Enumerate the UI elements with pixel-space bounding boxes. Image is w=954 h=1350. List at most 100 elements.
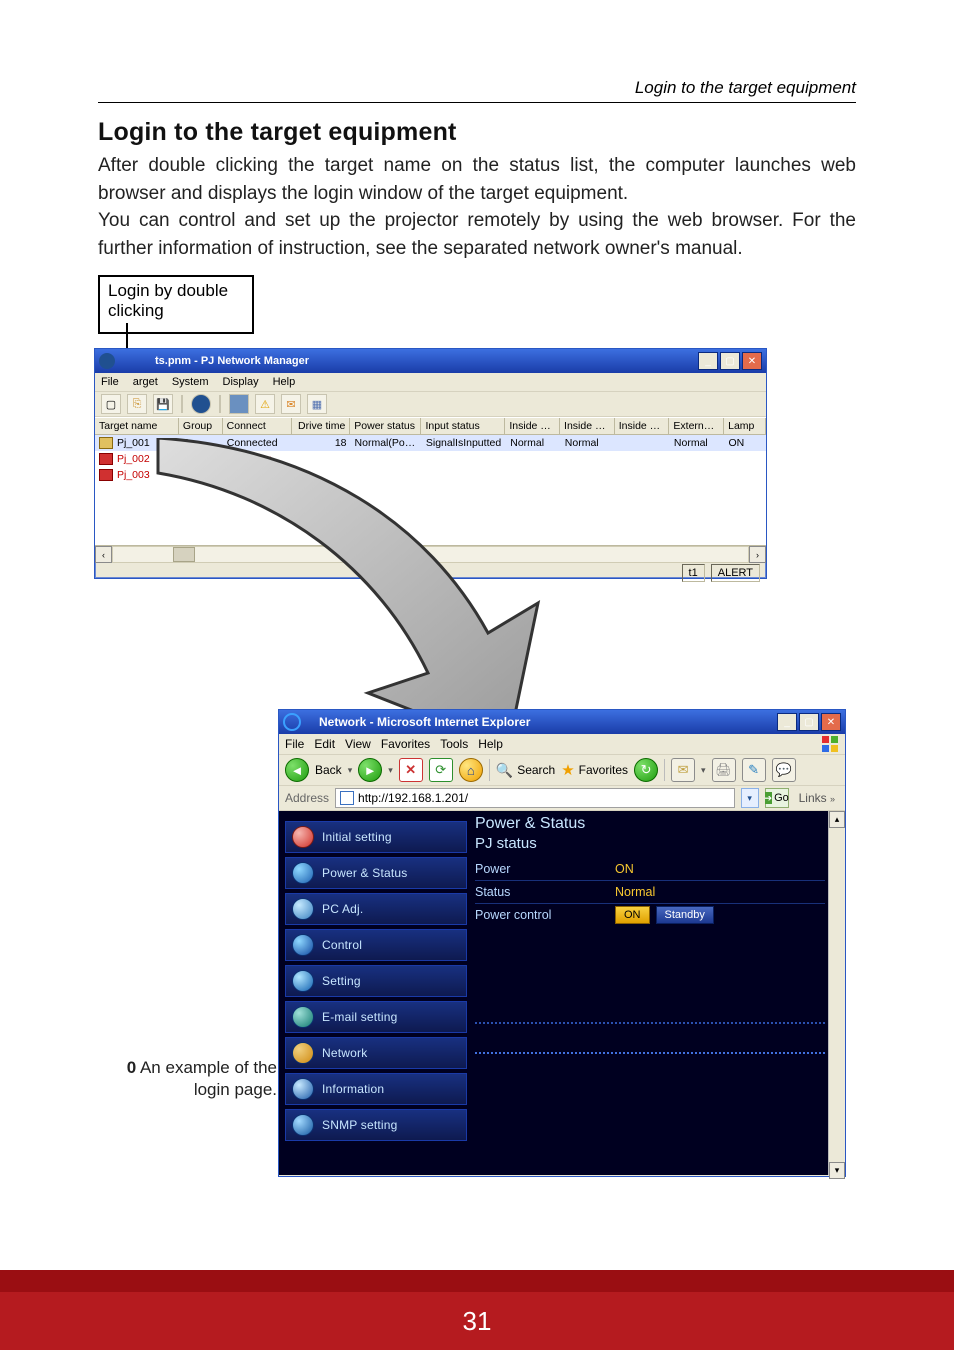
col-inside-2[interactable]: Inside …	[560, 418, 615, 435]
pjnm-menubar[interactable]: File arget System Display Help	[95, 373, 766, 391]
ie-menubar[interactable]: File Edit View Favorites Tools Help	[279, 734, 845, 754]
row-value: ON	[615, 862, 634, 876]
cell-connect: conne…	[223, 469, 292, 481]
nav-snmp-setting[interactable]: SNMP setting	[285, 1109, 467, 1141]
standby-button[interactable]: Standby	[656, 906, 714, 924]
ie-address-bar: Address http://192.168.1.201/ ▾ ➔Go Link…	[279, 786, 845, 811]
toolbar-target-icon[interactable]	[191, 394, 211, 414]
menu-favorites[interactable]: Favorites	[381, 737, 430, 751]
row-key: Status	[475, 885, 615, 899]
menu-file[interactable]: File	[285, 737, 304, 751]
mail-button[interactable]: ✉	[671, 758, 695, 782]
edit-button[interactable]: ✎	[742, 758, 766, 782]
page-vscrollbar[interactable]: ▴ ▾	[828, 811, 845, 1175]
nav-control[interactable]: Control	[285, 929, 467, 961]
col-power-status[interactable]: Power status	[350, 418, 421, 435]
table-row[interactable]: Pj_003 --- conne…	[95, 467, 766, 483]
scroll-down-icon[interactable]: ▾	[829, 1162, 845, 1179]
back-button[interactable]: ◄	[285, 758, 309, 782]
refresh-button[interactable]: ⟳	[429, 758, 453, 782]
toolbar-new-icon[interactable]: ▢	[101, 394, 121, 414]
col-lamp[interactable]: Lamp	[724, 418, 766, 435]
cell-connect: Un-conne…	[223, 453, 292, 465]
toolbar-warning-icon[interactable]: ⚠	[255, 394, 275, 414]
minimize-button[interactable]: _	[777, 713, 797, 731]
menu-target[interactable]: arget	[133, 376, 158, 388]
search-button[interactable]: 🔍Search	[496, 762, 555, 779]
nav-power-status[interactable]: Power & Status	[285, 857, 467, 889]
maximize-button[interactable]: ▢	[799, 713, 819, 731]
col-inside-3[interactable]: Inside …	[615, 418, 670, 435]
menu-file[interactable]: File	[101, 376, 119, 388]
power-on-button[interactable]: ON	[615, 906, 650, 924]
toolbar-grid-icon[interactable]: ▦	[307, 394, 327, 414]
favorites-button[interactable]: ★Favorites	[561, 761, 628, 779]
nav-icon	[292, 1078, 314, 1100]
section-title: Login to the target equipment	[98, 118, 856, 147]
scroll-right-icon[interactable]: ›	[749, 546, 766, 563]
toolbar-record-icon[interactable]	[229, 394, 249, 414]
pjnm-titlebar[interactable]: ts.pnm - PJ Network Manager _ ▢ ✕	[95, 349, 766, 373]
menu-help[interactable]: Help	[273, 376, 296, 388]
go-arrow-icon: ➔	[765, 792, 773, 804]
col-connect[interactable]: Connect	[223, 418, 292, 435]
close-button[interactable]: ✕	[742, 352, 762, 370]
history-button[interactable]: ↻	[634, 758, 658, 782]
body-paragraph-1: After double clicking the target name on…	[98, 152, 856, 207]
back-dropdown-icon[interactable]: ▾	[348, 765, 353, 776]
maximize-button[interactable]: ▢	[720, 352, 740, 370]
mail-dropdown-icon[interactable]: ▾	[701, 765, 706, 776]
nav-email-setting[interactable]: E-mail setting	[285, 1001, 467, 1033]
menu-edit[interactable]: Edit	[314, 737, 335, 751]
projector-error-icon	[99, 469, 113, 481]
nav-information[interactable]: Information	[285, 1073, 467, 1105]
row-power-control: Power control ON Standby	[475, 904, 825, 926]
col-inside-1[interactable]: Inside …	[505, 418, 560, 435]
statusbar-alert: ALERT	[711, 564, 760, 582]
toolbar-separator	[219, 395, 221, 413]
address-input[interactable]: http://192.168.1.201/	[335, 788, 735, 808]
nav-network[interactable]: Network	[285, 1037, 467, 1069]
toolbar-help-icon[interactable]: ✉	[281, 394, 301, 414]
links-button[interactable]: Links »	[795, 791, 839, 805]
forward-button[interactable]: ►	[358, 758, 382, 782]
nav-initial-setting[interactable]: Initial setting	[285, 821, 467, 853]
minimize-button[interactable]: _	[698, 352, 718, 370]
scroll-up-icon[interactable]: ▴	[829, 811, 845, 828]
section-separator	[475, 1022, 825, 1024]
menu-display[interactable]: Display	[223, 376, 259, 388]
print-button[interactable]: 🖨	[712, 758, 736, 782]
discuss-button[interactable]: 💬	[772, 758, 796, 782]
col-drive-time[interactable]: Drive time	[292, 418, 350, 435]
nav-pc-adj[interactable]: PC Adj.	[285, 893, 467, 925]
scroll-track[interactable]	[829, 828, 845, 1162]
col-extern[interactable]: Extern…	[669, 418, 724, 435]
table-row[interactable]: Pj_002 Un-conne…	[95, 451, 766, 467]
address-dropdown-icon[interactable]: ▾	[741, 788, 759, 808]
back-label[interactable]: Back	[315, 763, 342, 777]
scroll-left-icon[interactable]: ‹	[95, 546, 112, 563]
col-target-name[interactable]: Target name	[95, 418, 179, 435]
col-input-status[interactable]: Input status	[421, 418, 505, 435]
menu-help[interactable]: Help	[478, 737, 503, 751]
toolbar-save-icon[interactable]: 💾	[153, 394, 173, 414]
table-row[interactable]: Pj_001 A Connected 18 Normal(Po… SignalI…	[95, 435, 766, 451]
menu-view[interactable]: View	[345, 737, 371, 751]
col-group[interactable]: Group	[179, 418, 223, 435]
menu-system[interactable]: System	[172, 376, 209, 388]
scroll-track[interactable]	[112, 546, 749, 563]
forward-dropdown-icon[interactable]: ▾	[388, 765, 393, 776]
cell-name: Pj_002	[117, 453, 150, 465]
pjnm-app-icon	[99, 353, 115, 369]
scroll-thumb[interactable]	[173, 547, 195, 562]
menu-tools[interactable]: Tools	[440, 737, 468, 751]
go-button[interactable]: ➔Go	[765, 788, 789, 808]
nav-setting[interactable]: Setting	[285, 965, 467, 997]
close-button[interactable]: ✕	[821, 713, 841, 731]
home-button[interactable]: ⌂	[459, 758, 483, 782]
toolbar-open-icon[interactable]: ⎘	[127, 394, 147, 414]
page-number: 31	[0, 1292, 954, 1350]
pjnm-hscrollbar[interactable]: ‹ ›	[95, 545, 766, 563]
ie-titlebar[interactable]: Network - Microsoft Internet Explorer _ …	[279, 710, 845, 734]
stop-button[interactable]: ✕	[399, 758, 423, 782]
